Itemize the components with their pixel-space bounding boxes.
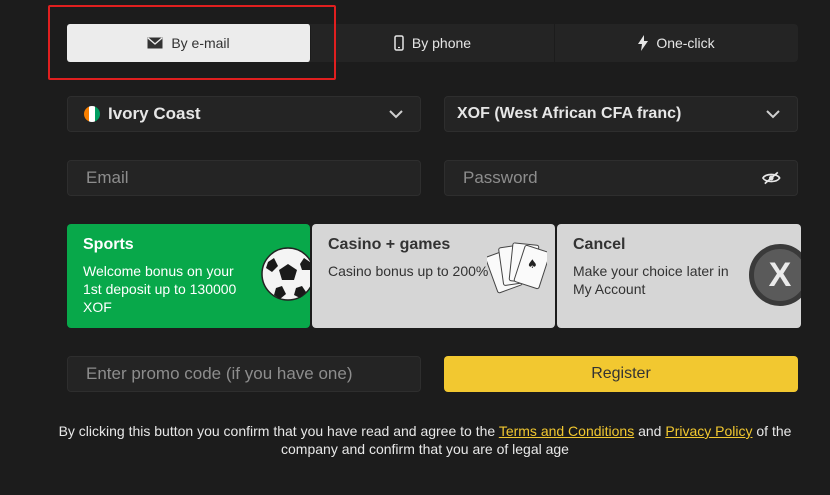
lightning-icon — [638, 35, 649, 51]
chevron-down-icon — [389, 110, 403, 119]
legal-text-before: By clicking this button you confirm that… — [58, 423, 499, 439]
password-field[interactable] — [461, 167, 763, 189]
soccer-ball-icon — [261, 247, 310, 301]
bonus-card-cancel[interactable]: Cancel Make your choice later in My Acco… — [557, 224, 801, 328]
tab-by-email[interactable]: By e-mail — [67, 24, 311, 62]
legal-text-and: and — [634, 423, 666, 439]
tab-label: By e-mail — [171, 35, 230, 51]
tab-one-click[interactable]: One-click — [555, 24, 798, 62]
password-field-wrapper — [444, 160, 798, 196]
tab-label: One-click — [656, 35, 715, 51]
promo-code-wrapper — [67, 356, 421, 392]
playing-cards-icon: ♠ — [487, 242, 547, 294]
country-value: Ivory Coast — [108, 104, 201, 123]
register-button[interactable]: Register — [444, 356, 798, 392]
email-field-wrapper — [67, 160, 421, 196]
svg-text:♠: ♠ — [527, 257, 538, 271]
phone-icon — [394, 35, 404, 51]
currency-value: XOF (West African CFA franc) — [457, 105, 682, 122]
bonus-card-casino[interactable]: Casino + games Casino bonus up to 200% ♠ — [312, 224, 555, 328]
eye-slash-icon[interactable] — [762, 170, 781, 186]
country-select[interactable]: Ivory Coast — [67, 96, 421, 132]
email-field[interactable] — [84, 167, 404, 189]
bonus-description: Make your choice later in My Account — [573, 263, 729, 297]
chevron-down-icon — [766, 110, 780, 119]
tab-label: By phone — [411, 35, 472, 51]
tab-by-phone[interactable]: By phone — [311, 24, 555, 62]
legal-notice: By clicking this button you confirm that… — [40, 422, 810, 458]
registration-method-tabs: By e-mail By phone One-click — [67, 24, 798, 62]
flag-icon — [84, 106, 100, 122]
promo-code-input[interactable] — [84, 363, 404, 385]
bonus-card-sports[interactable]: Sports Welcome bonus on your 1st deposit… — [67, 224, 310, 328]
currency-select[interactable]: XOF (West African CFA franc) — [444, 96, 798, 132]
envelope-icon — [147, 37, 163, 49]
cancel-x-letter: X — [768, 255, 792, 294]
bonus-description: Casino bonus up to 200% — [328, 263, 489, 279]
cancel-x-icon: X — [749, 244, 801, 306]
privacy-policy-link[interactable]: Privacy Policy — [665, 423, 752, 439]
bonus-title: Cancel — [573, 236, 626, 253]
bonus-description: Welcome bonus on your 1st deposit up to … — [83, 263, 237, 315]
terms-link[interactable]: Terms and Conditions — [499, 423, 634, 439]
